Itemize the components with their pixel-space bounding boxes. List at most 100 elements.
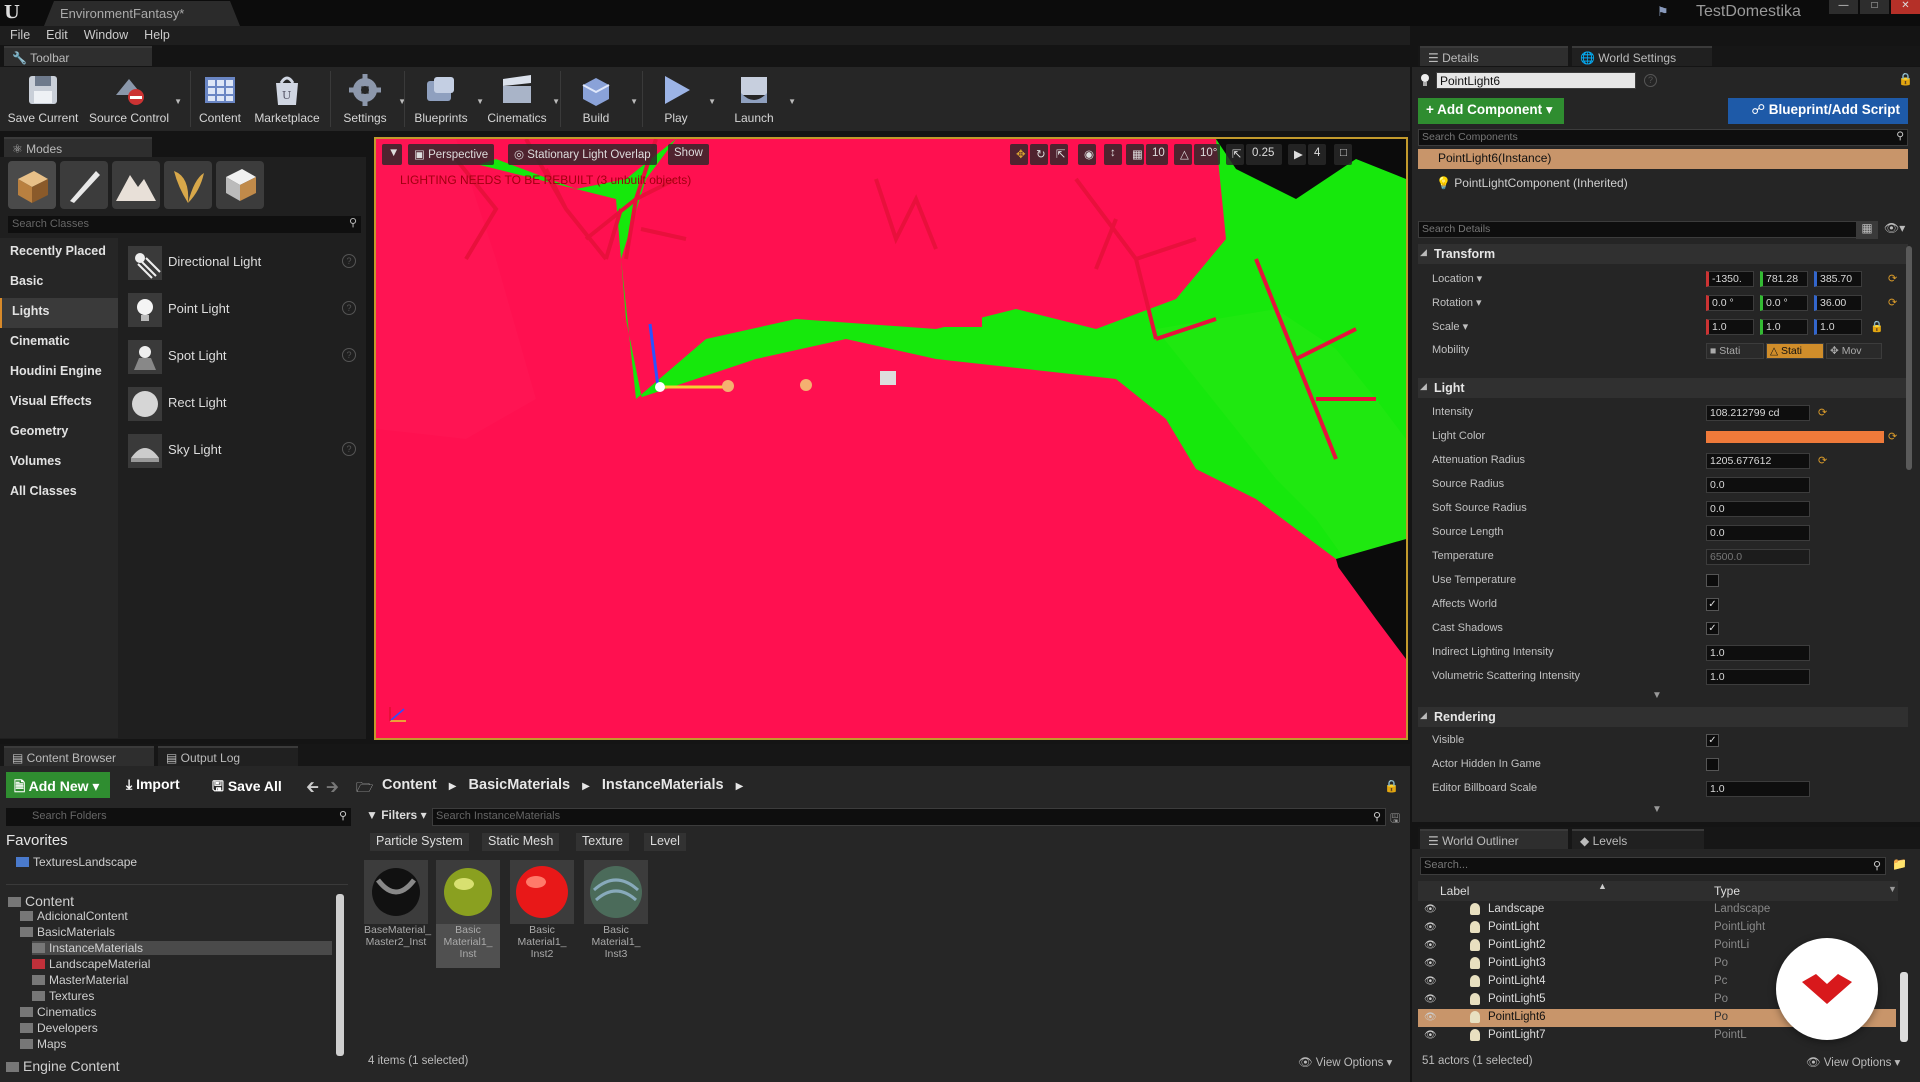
visibility-eye-icon[interactable]: 👁 bbox=[1424, 940, 1437, 951]
attenuation-radius-field[interactable]: 1205.677612 bbox=[1706, 453, 1810, 469]
surface-snap-icon[interactable]: ↕ bbox=[1104, 144, 1122, 165]
add-new-button[interactable]: 🗎 Add New ▾ bbox=[6, 772, 110, 798]
folder-tree-item[interactable]: LandscapeMaterial bbox=[32, 957, 150, 971]
expand-advanced-icon[interactable]: ▼ bbox=[1652, 690, 1662, 701]
affects-world-checkbox[interactable]: ✓ bbox=[1706, 598, 1719, 611]
content-browser-tab[interactable]: ▤ Content Browser bbox=[4, 746, 154, 766]
help-icon[interactable]: ? bbox=[342, 301, 356, 315]
visible-checkbox[interactable]: ✓ bbox=[1706, 734, 1719, 747]
category-all-classes[interactable]: All Classes bbox=[0, 478, 118, 508]
category-volumes[interactable]: Volumes bbox=[0, 448, 118, 478]
forward-arrow-icon[interactable]: 🡲 bbox=[326, 776, 339, 803]
mobility-movable-option[interactable]: ✥ Mov bbox=[1826, 343, 1882, 359]
add-folder-icon[interactable]: 📁 bbox=[1892, 857, 1907, 871]
rotation-label[interactable]: Rotation ▾ bbox=[1432, 296, 1482, 309]
rotation-snap-value[interactable]: 10° bbox=[1194, 144, 1220, 165]
reset-to-default-icon[interactable]: ⟳ bbox=[1888, 430, 1897, 443]
folder-tree-scrollbar[interactable] bbox=[336, 894, 344, 1056]
search-folders-input[interactable]: Search Folders ⚲ bbox=[6, 808, 351, 826]
world-outliner-tab[interactable]: ☰ World Outliner bbox=[1420, 829, 1568, 849]
light-item-point[interactable]: Point Light ? bbox=[126, 289, 362, 329]
category-geometry[interactable]: Geometry bbox=[0, 418, 118, 448]
toolbar-tab[interactable]: 🔧 Toolbar bbox=[4, 46, 152, 66]
category-visual-effects[interactable]: Visual Effects bbox=[0, 388, 118, 418]
filter-chip-particle-system[interactable]: Particle System bbox=[370, 833, 469, 851]
source-control-button[interactable]: Source Control ▼ bbox=[86, 67, 182, 131]
transform-section-header[interactable]: Transform bbox=[1418, 244, 1908, 264]
eye-icon[interactable]: 👁▾ bbox=[1884, 221, 1905, 235]
landscape-mode-icon[interactable] bbox=[112, 161, 160, 209]
menu-file[interactable]: File bbox=[10, 26, 40, 45]
location-z-field[interactable]: 385.70 bbox=[1814, 271, 1862, 287]
folder-tree-item[interactable]: BasicMaterials bbox=[20, 925, 115, 939]
back-arrow-icon[interactable]: 🡰 bbox=[306, 776, 319, 803]
menu-window[interactable]: Window bbox=[84, 26, 138, 45]
view-options-button[interactable]: 👁 View Options ▾ bbox=[1298, 1055, 1392, 1069]
reset-to-default-icon[interactable]: ⟳ bbox=[1888, 272, 1897, 285]
blueprints-button[interactable]: Blueprints ▼ bbox=[408, 67, 484, 131]
outliner-view-options-button[interactable]: 👁 View Options ▾ bbox=[1806, 1055, 1900, 1069]
light-item-sky[interactable]: Sky Light ? bbox=[126, 430, 362, 470]
type-column-header[interactable]: Type bbox=[1714, 884, 1740, 898]
place-mode-icon[interactable] bbox=[8, 161, 56, 209]
filter-chip-level[interactable]: Level bbox=[644, 833, 686, 851]
asset-tile-selected[interactable]: Basic Material1_ Inst bbox=[436, 860, 500, 968]
scale-x-field[interactable]: 1.0 bbox=[1706, 319, 1754, 335]
component-row-selected[interactable]: PointLight6(Instance) bbox=[1418, 149, 1908, 169]
save-current-button[interactable]: Save Current bbox=[4, 67, 82, 131]
billboard-scale-field[interactable]: 1.0 bbox=[1706, 781, 1810, 797]
visibility-eye-icon[interactable]: 👁 bbox=[1424, 1030, 1437, 1041]
chevron-down-icon[interactable]: ▼ bbox=[476, 97, 484, 106]
search-details-input[interactable]: Search Details⚲ bbox=[1418, 221, 1872, 238]
asset-tile[interactable]: BaseMaterial_ Master2_Inst bbox=[364, 860, 431, 968]
filter-chip-texture[interactable]: Texture bbox=[576, 833, 629, 851]
details-tab[interactable]: ☰ Details bbox=[1420, 46, 1568, 66]
asset-tile[interactable]: Basic Material1_ Inst3 bbox=[584, 860, 648, 968]
rotate-tool-icon[interactable]: ↻ bbox=[1030, 144, 1048, 165]
outliner-search-input[interactable]: Search... ⚲ bbox=[1420, 857, 1886, 875]
modes-tab[interactable]: ⚛ Modes bbox=[4, 137, 152, 157]
world-space-icon[interactable]: ◉ bbox=[1078, 144, 1096, 165]
close-button[interactable]: ✕ bbox=[1891, 0, 1920, 14]
chevron-down-icon[interactable]: ▼ bbox=[630, 97, 638, 106]
visibility-eye-icon[interactable]: 👁 bbox=[1424, 994, 1437, 1005]
folder-tree-item[interactable]: MasterMaterial bbox=[32, 973, 128, 987]
location-label[interactable]: Location ▾ bbox=[1432, 272, 1482, 285]
view-mode-button[interactable]: ◎ Stationary Light Overlap bbox=[508, 144, 657, 165]
translate-tool-icon[interactable]: ✥ bbox=[1010, 144, 1028, 165]
document-tab[interactable]: EnvironmentFantasy* bbox=[44, 1, 240, 26]
search-assets-input[interactable]: Search InstanceMaterials ⚲ bbox=[432, 808, 1386, 826]
filter-chip-static-mesh[interactable]: Static Mesh bbox=[482, 833, 560, 851]
world-settings-tab[interactable]: 🌐 World Settings bbox=[1572, 46, 1712, 66]
volumetric-scattering-field[interactable]: 1.0 bbox=[1706, 669, 1810, 685]
folder-tree-item[interactable]: Engine Content bbox=[6, 1058, 120, 1074]
content-button[interactable]: Content bbox=[194, 67, 246, 131]
intensity-field[interactable]: 108.212799 cd bbox=[1706, 405, 1810, 421]
source-radius-field[interactable]: 0.0 bbox=[1706, 477, 1810, 493]
visibility-eye-icon[interactable]: 👁 bbox=[1424, 904, 1437, 915]
folder-tree-item[interactable]: Content bbox=[8, 893, 74, 909]
outliner-scrollbar[interactable] bbox=[1900, 972, 1908, 1042]
marketplace-button[interactable]: U Marketplace bbox=[250, 67, 324, 131]
search-classes-input[interactable]: Search Classes ⚲ bbox=[8, 216, 361, 233]
actor-hidden-checkbox[interactable] bbox=[1706, 758, 1719, 771]
help-icon[interactable]: ? bbox=[342, 442, 356, 456]
levels-tab[interactable]: ◆ Levels bbox=[1572, 829, 1704, 849]
breadcrumb-content[interactable]: Content bbox=[382, 777, 437, 793]
import-button[interactable]: ⤓ Import bbox=[118, 772, 198, 798]
light-color-swatch[interactable] bbox=[1706, 431, 1884, 443]
folder-tree-item[interactable]: Maps bbox=[20, 1037, 66, 1051]
lock-icon[interactable]: 🔒 bbox=[1384, 779, 1399, 793]
chevron-down-icon[interactable]: ▼ bbox=[552, 97, 560, 106]
category-recently-placed[interactable]: Recently Placed bbox=[0, 238, 118, 268]
help-icon[interactable]: ? bbox=[1644, 74, 1657, 87]
reset-to-default-icon[interactable]: ⟳ bbox=[1888, 296, 1897, 309]
scale-y-field[interactable]: 1.0 bbox=[1760, 319, 1808, 335]
help-icon[interactable]: ? bbox=[342, 254, 356, 268]
add-component-button[interactable]: + Add Component ▾ bbox=[1418, 98, 1564, 124]
viewport-options-button[interactable]: ▼ bbox=[382, 144, 402, 165]
camera-speed-value[interactable]: 4 bbox=[1308, 144, 1326, 165]
outliner-row[interactable]: 👁 PointLight PointLight bbox=[1418, 919, 1896, 937]
outliner-row[interactable]: 👁 Landscape Landscape bbox=[1418, 901, 1896, 919]
visibility-eye-icon[interactable]: 👁 bbox=[1424, 1012, 1437, 1023]
